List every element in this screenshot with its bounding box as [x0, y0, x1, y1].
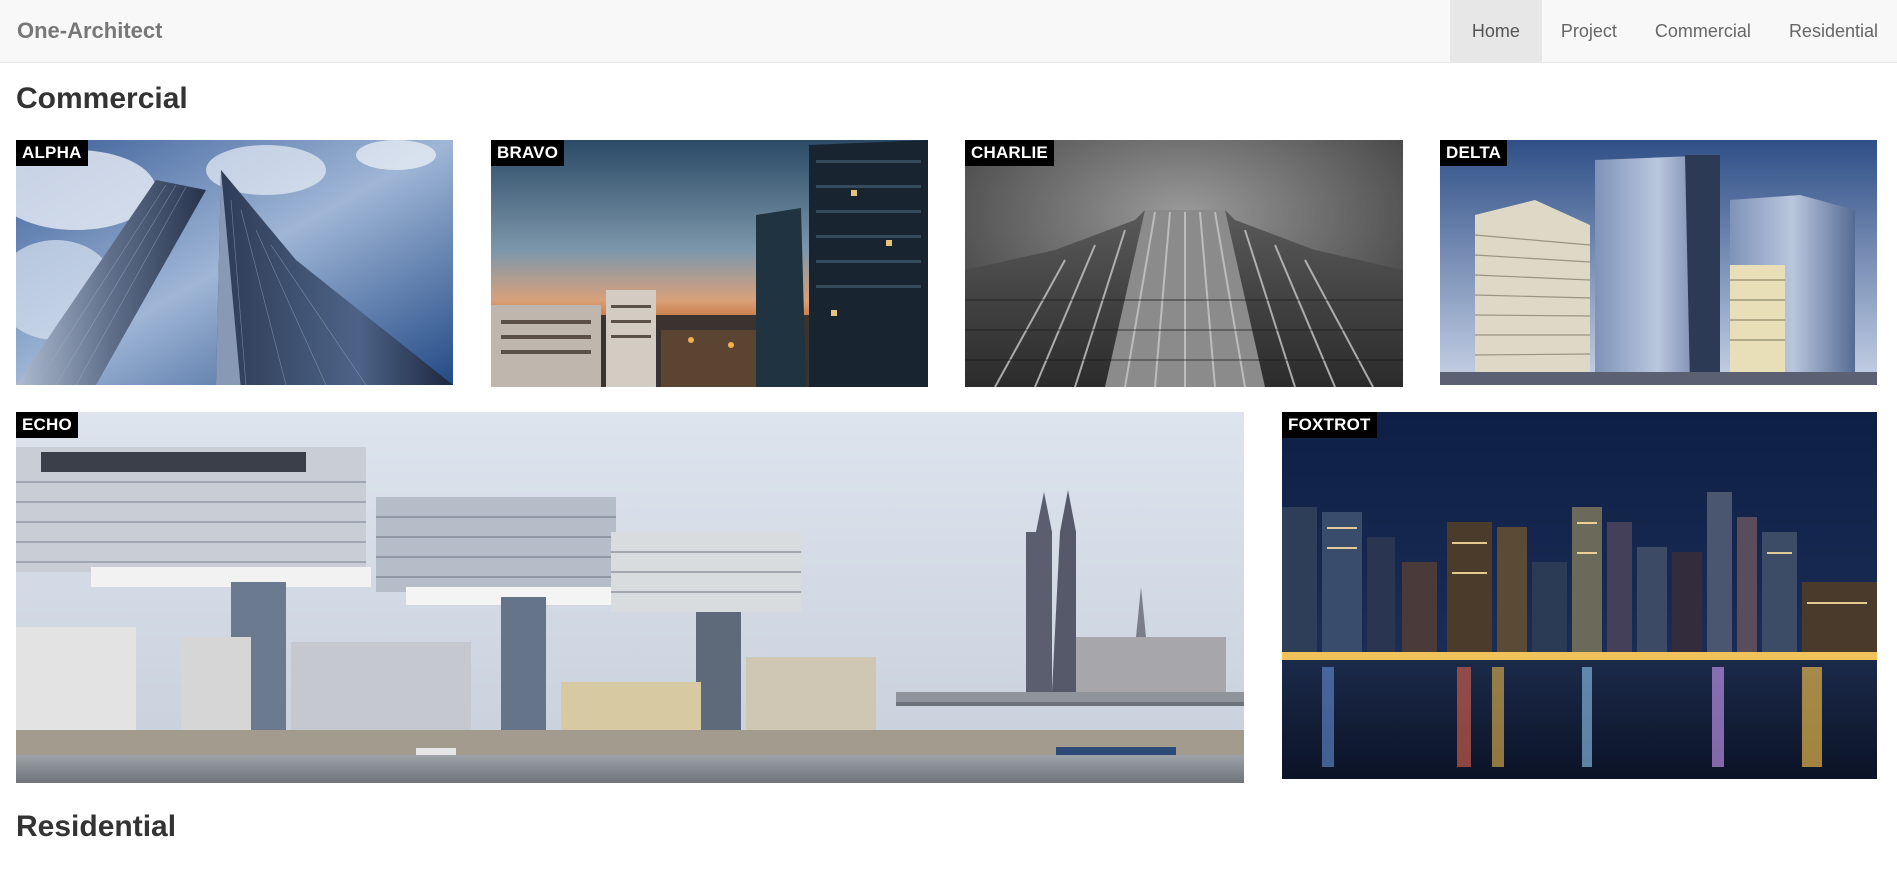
nav-item-commercial[interactable]: Commercial	[1636, 0, 1770, 62]
project-tile-bravo[interactable]: BRAVO	[491, 140, 928, 387]
tile-label: DELTA	[1440, 140, 1508, 166]
bravo-photo	[491, 140, 928, 387]
navbar: One-Architect Home Project Commercial Re…	[0, 0, 1897, 63]
alpha-photo	[16, 140, 453, 385]
brand-logo-link[interactable]: One-Architect	[17, 17, 162, 45]
tile-label: FOXTROT	[1282, 412, 1377, 438]
project-tile-charlie[interactable]: CHARLIE	[965, 140, 1403, 387]
nav-menu: Home Project Commercial Residential	[1449, 0, 1897, 62]
tile-label: BRAVO	[491, 140, 565, 166]
foxtrot-photo	[1282, 412, 1877, 779]
nav-item-residential[interactable]: Residential	[1770, 0, 1897, 62]
project-tile-echo[interactable]: ECHO	[16, 412, 1244, 783]
charlie-photo	[965, 140, 1403, 387]
delta-photo	[1440, 140, 1877, 385]
tile-label: ECHO	[16, 412, 78, 438]
section-heading-residential: Residential	[16, 810, 177, 843]
echo-photo	[16, 412, 1244, 783]
project-tile-foxtrot[interactable]: FOXTROT	[1282, 412, 1877, 779]
nav-item-home[interactable]: Home	[1449, 0, 1542, 62]
tile-label: ALPHA	[16, 140, 88, 166]
section-heading-commercial: Commercial	[16, 82, 188, 115]
tile-label: CHARLIE	[965, 140, 1054, 166]
project-tile-alpha[interactable]: ALPHA	[16, 140, 453, 385]
project-tile-delta[interactable]: DELTA	[1440, 140, 1877, 385]
nav-item-project[interactable]: Project	[1542, 0, 1636, 62]
